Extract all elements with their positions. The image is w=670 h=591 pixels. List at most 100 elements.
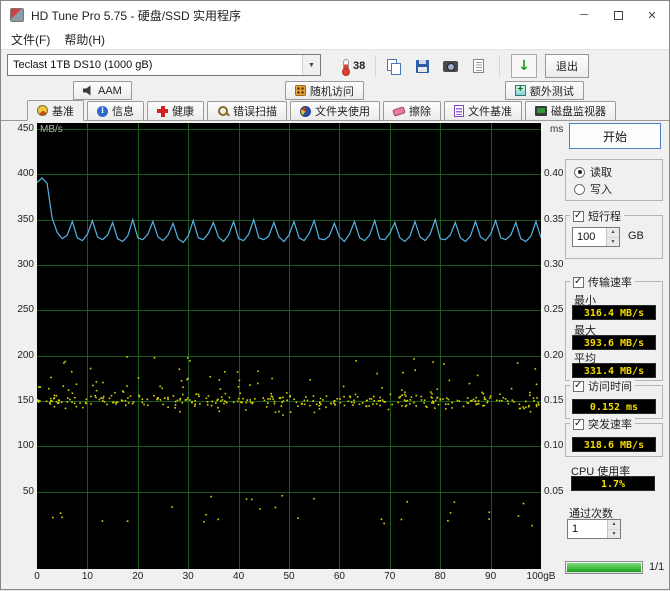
axis-tick: 90 <box>471 571 511 583</box>
max-value: 393.6 MB/s <box>572 335 656 350</box>
axis-tick: 300 <box>3 259 34 271</box>
copy-button[interactable] <box>381 54 407 78</box>
disk-monitor-icon <box>535 106 547 116</box>
axis-tick: 0 <box>17 571 57 583</box>
tab-erase[interactable]: 擦除 <box>383 101 441 120</box>
capacity-spinner[interactable]: 100 ▲ ▼ <box>572 227 620 247</box>
burst-rate-value: 318.6 MB/s <box>572 437 656 452</box>
tab-extra-tests[interactable]: 额外测试 <box>505 81 584 100</box>
thermometer-icon <box>343 59 349 74</box>
menu-item-help[interactable]: 帮助(H) <box>57 29 112 50</box>
burst-rate-checkbox[interactable] <box>573 419 584 430</box>
title-bar: HD Tune Pro 5.75 - 硬盘/SSD 实用程序 ─ ✕ <box>1 1 669 29</box>
write-radio[interactable] <box>574 184 585 195</box>
cpu-usage-value: 1.7% <box>571 476 655 491</box>
capacity-value: 100 <box>573 228 606 246</box>
tab-health[interactable]: 健康 <box>147 101 204 120</box>
window-title: HD Tune Pro 5.75 - 硬盘/SSD 实用程序 <box>31 7 241 24</box>
axis-tick: 10 <box>67 571 107 583</box>
read-label: 读取 <box>590 164 612 180</box>
y-axis-left-unit: MB/s <box>40 124 63 135</box>
tab-label: 基准 <box>52 103 74 119</box>
minimize-button[interactable]: ─ <box>567 1 601 29</box>
magnifier-icon <box>217 105 229 117</box>
axis-tick: 20 <box>118 571 158 583</box>
maximize-button[interactable] <box>601 1 635 29</box>
tab-random-access[interactable]: 随机访问 <box>285 81 364 100</box>
device-select[interactable]: Teclast 1TB DS10 (1000 gB) ▼ <box>7 54 321 76</box>
save-screenshot-button[interactable] <box>409 54 435 78</box>
axis-tick: 0.40 <box>544 168 574 180</box>
tab-error-scan[interactable]: 错误扫描 <box>207 101 287 120</box>
menu-item-file[interactable]: 文件(F) <box>4 29 57 50</box>
progress-fill <box>567 563 641 572</box>
device-select-value: Teclast 1TB DS10 (1000 gB) <box>8 59 302 71</box>
benchmark-controls: 开始 读取 写入 短行程 100 ▲ <box>561 121 669 591</box>
start-button[interactable]: 开始 <box>569 123 661 149</box>
tab-label: 健康 <box>172 103 194 119</box>
benchmark-chart <box>37 123 541 569</box>
short-stroke-checkbox[interactable] <box>573 211 584 222</box>
eraser-icon <box>392 106 406 116</box>
tab-file-benchmark[interactable]: 文件基准 <box>444 101 522 120</box>
burst-rate-group: 突发速率 318.6 MB/s <box>565 423 663 457</box>
transfer-rate-group: 传输速率 最小 316.4 MB/s 最大 393.6 MB/s 平均 331.… <box>565 281 663 381</box>
spin-down-button[interactable]: ▼ <box>607 238 619 247</box>
camera-icon <box>443 61 458 72</box>
toolbar-separator <box>499 55 500 76</box>
progress-label: 1/1 <box>649 561 664 573</box>
tab-disk-monitor[interactable]: 磁盘监视器 <box>525 101 616 120</box>
access-time-value: 0.152 ms <box>572 399 656 414</box>
min-value: 316.4 MB/s <box>572 305 656 320</box>
download-update-button[interactable] <box>511 54 537 78</box>
axis-tick: 50 <box>3 486 34 498</box>
tab-folder-usage[interactable]: 文件夹使用 <box>290 101 380 120</box>
short-stroke-group: 短行程 100 ▲ ▼ GB <box>565 215 663 259</box>
axis-tick: 100gB <box>521 571 561 583</box>
write-label: 写入 <box>590 181 612 197</box>
tab-label: 文件基准 <box>468 103 512 119</box>
benchmark-panel: MB/s ms 开始 读取 写入 短行程 <box>1 121 669 589</box>
speaker-icon <box>83 85 94 96</box>
app-window: HD Tune Pro 5.75 - 硬盘/SSD 实用程序 ─ ✕ 文件(F)… <box>0 0 670 590</box>
passes-spinner[interactable]: 1 ▲ ▼ <box>567 519 621 539</box>
dice-icon <box>295 85 306 96</box>
tab-label: 磁盘监视器 <box>551 103 606 119</box>
tab-info[interactable]: 信息 <box>87 101 144 120</box>
toolbar-separator <box>375 55 376 76</box>
camera-button[interactable] <box>437 54 463 78</box>
spin-up-button[interactable]: ▲ <box>608 520 620 530</box>
tab-label: 额外测试 <box>530 83 574 99</box>
tab-label: 擦除 <box>409 103 431 119</box>
file-benchmark-icon <box>454 105 464 117</box>
chart-plot-area: MB/s <box>37 123 541 569</box>
chevron-down-icon: ▼ <box>302 55 320 75</box>
close-button[interactable]: ✕ <box>635 1 669 29</box>
app-icon <box>10 8 24 22</box>
gauge-icon <box>37 105 48 116</box>
axis-tick: 250 <box>3 304 34 316</box>
spin-down-button[interactable]: ▼ <box>608 530 620 539</box>
passes-value: 1 <box>568 520 607 538</box>
axis-tick: 80 <box>420 571 460 583</box>
axis-tick: 400 <box>3 168 34 180</box>
progress-bar <box>565 561 643 574</box>
spin-up-button[interactable]: ▲ <box>607 228 619 238</box>
read-radio[interactable] <box>574 167 585 178</box>
tab-aam[interactable]: AAM <box>73 81 132 100</box>
access-time-checkbox[interactable] <box>573 381 584 392</box>
transfer-rate-checkbox[interactable] <box>573 277 584 288</box>
copy-icon <box>387 59 401 74</box>
axis-tick: 0.15 <box>544 395 574 407</box>
axis-tick: 0.35 <box>544 214 574 226</box>
maximize-icon <box>614 11 623 20</box>
text-report-button[interactable] <box>465 54 491 78</box>
axis-tick: 0.20 <box>544 350 574 362</box>
tab-benchmark[interactable]: 基准 <box>27 100 84 121</box>
exit-button[interactable]: 退出 <box>545 54 589 78</box>
tab-label: 错误扫描 <box>233 103 277 119</box>
avg-value: 331.4 MB/s <box>572 363 656 378</box>
temperature-value: 38 <box>353 60 365 72</box>
axis-tick: 0.05 <box>544 486 574 498</box>
info-icon <box>97 106 108 117</box>
